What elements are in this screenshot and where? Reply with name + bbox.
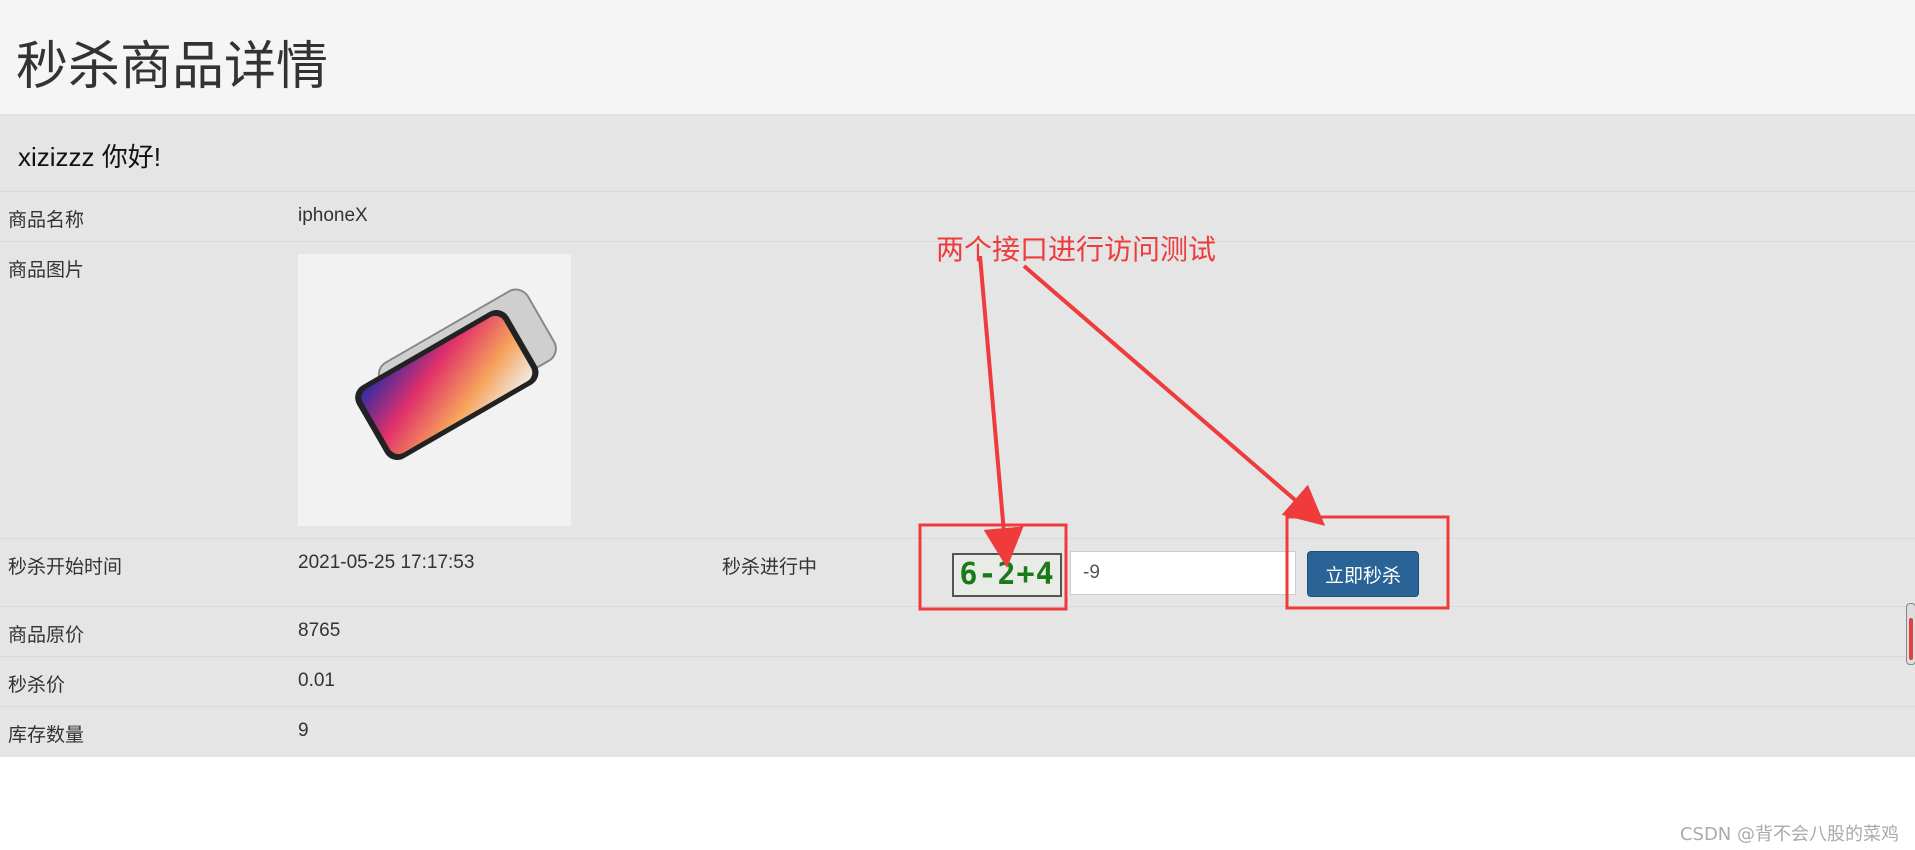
captcha-image[interactable]: 6-2+4 (952, 553, 1062, 597)
goods-image-label: 商品图片 (8, 260, 85, 281)
stock-label: 库存数量 (8, 725, 85, 746)
seckill-button[interactable]: 立即秒杀 (1307, 551, 1419, 597)
start-time-value: 2021-05-25 17:17:53 (298, 552, 475, 573)
goods-detail-panel: xizizzz 你好! 商品名称 iphoneX 商品图片 秒杀开始时间 202… (0, 115, 1915, 757)
original-price-label: 商品原价 (8, 625, 85, 646)
goods-name-value: iphoneX (298, 205, 368, 226)
start-time-label: 秒杀开始时间 (8, 557, 123, 578)
seckill-price-label: 秒杀价 (8, 675, 66, 696)
stock-value: 9 (298, 720, 309, 741)
page-title: 秒杀商品详情 (16, 37, 329, 97)
captcha-answer-input[interactable] (1070, 551, 1296, 595)
page-header: 秒杀商品详情 (0, 0, 1915, 115)
product-image (298, 254, 571, 526)
seckill-price-value: 0.01 (298, 670, 335, 691)
scrollbar[interactable] (1906, 603, 1915, 665)
row-original-price: 商品原价 8765 (0, 606, 1915, 656)
watermark: CSDN @背不会八股的菜鸡 (1679, 824, 1899, 845)
row-seckill-price: 秒杀价 0.01 (0, 656, 1915, 706)
row-goods-image: 商品图片 (0, 241, 1915, 532)
goods-name-label: 商品名称 (8, 210, 85, 231)
user-greeting: xizizzz 你好! (18, 142, 162, 172)
seckill-status: 秒杀进行中 (722, 557, 818, 578)
original-price-value: 8765 (298, 620, 341, 641)
row-start-time: 秒杀开始时间 2021-05-25 17:17:53 秒杀进行中 6-2+4 立… (0, 538, 1915, 606)
annotation-text: 两个接口进行访问测试 (936, 233, 1217, 266)
iphone-image-icon (355, 288, 557, 460)
row-stock: 库存数量 9 (0, 706, 1915, 757)
